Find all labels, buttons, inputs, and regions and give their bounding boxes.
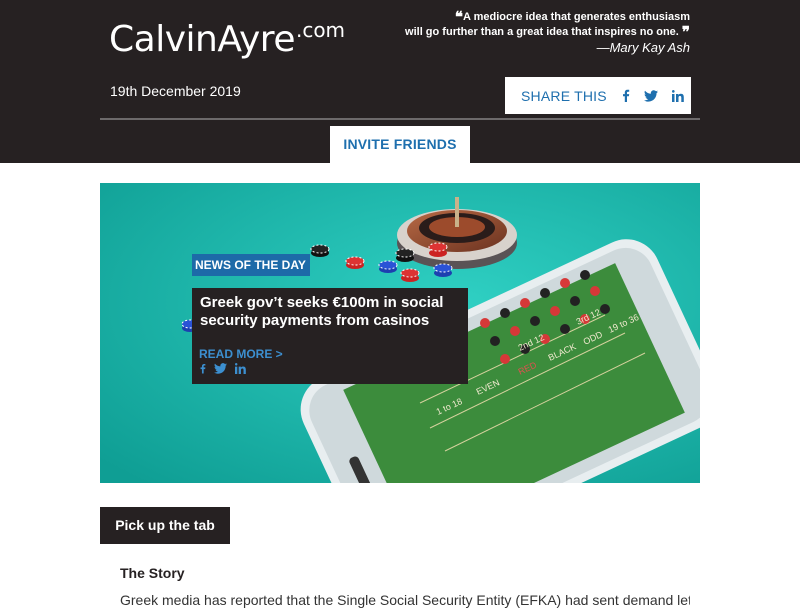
badge-day: DAY: [281, 258, 306, 272]
quote-close-mark: ❞: [681, 23, 690, 41]
badge-prefix: NEWS OF THE: [195, 258, 282, 272]
facebook-icon[interactable]: [621, 89, 630, 102]
story-body: Greek media has reported that the Single…: [120, 592, 690, 608]
facebook-icon[interactable]: [199, 363, 206, 374]
quote-line-2: will go further than a great idea that i…: [405, 26, 679, 38]
news-of-the-day-badge: NEWS OF THE DAY: [192, 254, 310, 276]
logo-main: CalvinAyre: [109, 19, 295, 60]
quote-line-1: A mediocre idea that generates enthusias…: [463, 11, 690, 23]
logo[interactable]: CalvinAyre.com: [109, 18, 345, 60]
quote: ❝A mediocre idea that generates enthusia…: [405, 8, 690, 56]
linkedin-icon[interactable]: [235, 363, 246, 374]
section-tab-label: Pick up the tab: [100, 507, 230, 544]
invite-friends-button[interactable]: INVITE FRIENDS: [330, 126, 470, 163]
quote-open-mark: ❝: [454, 8, 463, 26]
story-heading: The Story: [120, 565, 185, 581]
quote-author: —Mary Kay Ash: [596, 40, 690, 55]
twitter-icon[interactable]: [214, 363, 227, 374]
share-label: SHARE THIS: [521, 87, 607, 104]
header: CalvinAyre.com ❝A mediocre idea that gen…: [0, 0, 800, 163]
headline-social: [199, 363, 246, 374]
logo-suffix: .com: [295, 18, 346, 42]
issue-date: 19th December 2019: [110, 83, 241, 99]
headline-title[interactable]: Greek gov’t seeks €100m in social securi…: [200, 294, 460, 330]
headline-card: Greek gov’t seeks €100m in social securi…: [192, 288, 468, 384]
share-box: SHARE THIS: [505, 77, 691, 114]
read-more-link[interactable]: READ MORE >: [199, 347, 283, 361]
linkedin-icon[interactable]: [671, 89, 684, 102]
header-divider: [100, 118, 700, 120]
twitter-icon[interactable]: [643, 89, 658, 102]
